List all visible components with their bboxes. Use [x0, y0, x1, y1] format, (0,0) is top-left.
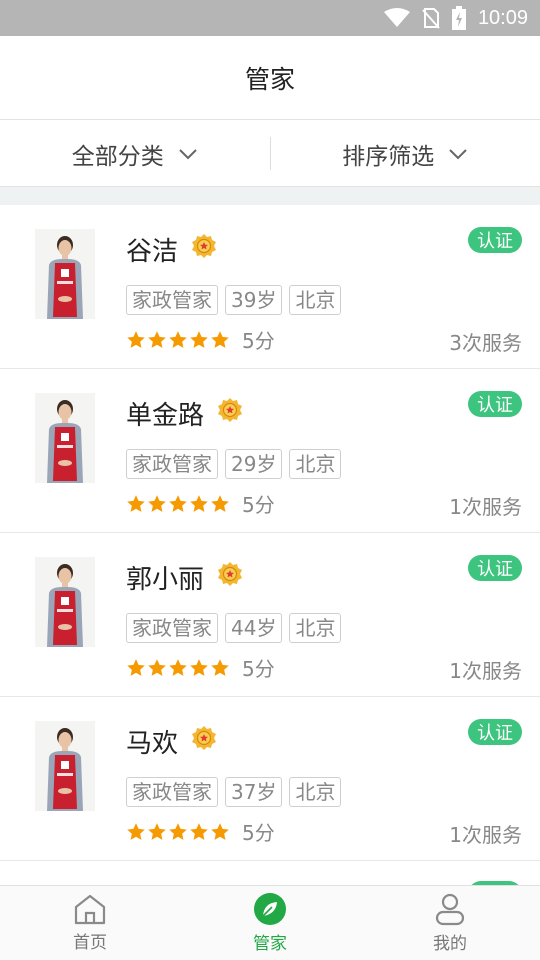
housekeeper-card[interactable]: 马欢 认证 家政管家 37岁 北京 5分 1次服务 [0, 697, 540, 861]
role-tag: 家政管家 [126, 613, 218, 643]
age-tag: 44岁 [225, 613, 283, 643]
housekeeper-name: 谷洁 [126, 237, 179, 267]
housekeeper-card[interactable]: 单金路 认证 家政管家 29岁 北京 5分 1次服务 [0, 369, 540, 533]
tab-home-label: 首页 [73, 933, 107, 953]
housekeeper-photo [35, 721, 95, 811]
star-icon [190, 822, 208, 840]
age-tag: 29岁 [225, 449, 283, 479]
rating-score: 5分 [242, 493, 275, 517]
section-gap [0, 187, 540, 205]
chevron-down-icon [179, 148, 197, 159]
star-rating [126, 494, 230, 514]
star-icon [169, 330, 187, 348]
housekeeper-name: 马欢 [126, 729, 179, 759]
role-tag: 家政管家 [126, 449, 218, 479]
verified-badge: 认证 [468, 719, 522, 745]
bottom-tab-bar: 首页 管家 我的 [0, 885, 540, 960]
star-icon [148, 330, 166, 348]
housekeeper-list: 谷洁 认证 家政管家 39岁 北京 5分 3次服务 单金路 认证 家政管家 29… [0, 205, 540, 885]
star-rating [126, 330, 230, 350]
status-time: 10:09 [477, 6, 528, 29]
star-icon [148, 658, 166, 676]
user-icon [435, 893, 465, 926]
housekeeper-card-partial[interactable] [0, 861, 540, 885]
rating-score: 5分 [242, 329, 275, 353]
sort-filter-label: 排序筛选 [342, 143, 435, 170]
tab-mine-label: 我的 [433, 934, 467, 954]
no-sim-icon [422, 8, 440, 29]
star-icon [211, 330, 229, 348]
star-icon [127, 822, 145, 840]
medal-icon [216, 396, 244, 431]
housekeeper-photo [35, 557, 95, 647]
tab-home[interactable]: 首页 [0, 886, 180, 960]
star-icon [169, 494, 187, 512]
role-tag: 家政管家 [126, 777, 218, 807]
medal-icon [216, 560, 244, 595]
service-count: 1次服务 [449, 495, 522, 519]
star-icon [169, 658, 187, 676]
medal-icon [190, 724, 218, 759]
housekeeper-card[interactable]: 郭小丽 认证 家政管家 44岁 北京 5分 1次服务 [0, 533, 540, 697]
star-icon [148, 494, 166, 512]
wifi-icon [383, 8, 410, 27]
page-title: 管家 [244, 64, 295, 94]
housekeeper-name: 郭小丽 [126, 565, 205, 595]
verified-badge: 认证 [468, 391, 522, 417]
category-filter-dropdown[interactable]: 全部分类 [0, 121, 270, 186]
status-bar: 10:09 [0, 0, 540, 36]
city-tag: 北京 [289, 613, 342, 643]
star-icon [127, 494, 145, 512]
housekeeper-photo [35, 393, 95, 483]
rating-score: 5分 [242, 821, 275, 845]
star-icon [148, 822, 166, 840]
city-tag: 北京 [289, 777, 342, 807]
home-icon [74, 894, 106, 925]
rating-score: 5分 [242, 657, 275, 681]
role-tag: 家政管家 [126, 285, 218, 315]
category-filter-label: 全部分类 [71, 143, 164, 170]
battery-charging-icon [451, 6, 466, 30]
service-count: 1次服务 [449, 659, 522, 683]
housekeeper-name: 单金路 [126, 401, 205, 431]
star-icon [127, 658, 145, 676]
age-tag: 37岁 [225, 777, 283, 807]
star-icon [127, 330, 145, 348]
star-icon [211, 658, 229, 676]
tab-butler[interactable]: 管家 [180, 886, 360, 960]
star-icon [190, 494, 208, 512]
chevron-down-icon [449, 148, 467, 159]
tab-butler-label: 管家 [253, 934, 287, 954]
rating: 5分 [126, 817, 275, 846]
rating: 5分 [126, 325, 275, 354]
housekeeper-card[interactable]: 谷洁 认证 家政管家 39岁 北京 5分 3次服务 [0, 205, 540, 369]
rating: 5分 [126, 653, 275, 682]
filter-bar: 全部分类 排序筛选 [0, 121, 540, 187]
city-tag: 北京 [289, 285, 342, 315]
page-title-bar: 管家 [0, 36, 540, 120]
star-icon [169, 822, 187, 840]
service-count: 3次服务 [449, 331, 522, 355]
verified-badge: 认证 [468, 227, 522, 253]
star-icon [211, 494, 229, 512]
medal-icon [190, 232, 218, 267]
star-icon [211, 822, 229, 840]
rating: 5分 [126, 489, 275, 518]
service-count: 1次服务 [449, 823, 522, 847]
star-icon [190, 658, 208, 676]
tab-mine[interactable]: 我的 [360, 886, 540, 960]
star-rating [126, 658, 230, 678]
star-icon [190, 330, 208, 348]
city-tag: 北京 [289, 449, 342, 479]
leaf-icon [254, 893, 286, 925]
age-tag: 39岁 [225, 285, 283, 315]
star-rating [126, 822, 230, 842]
verified-badge: 认证 [468, 555, 522, 581]
sort-filter-dropdown[interactable]: 排序筛选 [271, 121, 540, 186]
housekeeper-photo [35, 229, 95, 319]
